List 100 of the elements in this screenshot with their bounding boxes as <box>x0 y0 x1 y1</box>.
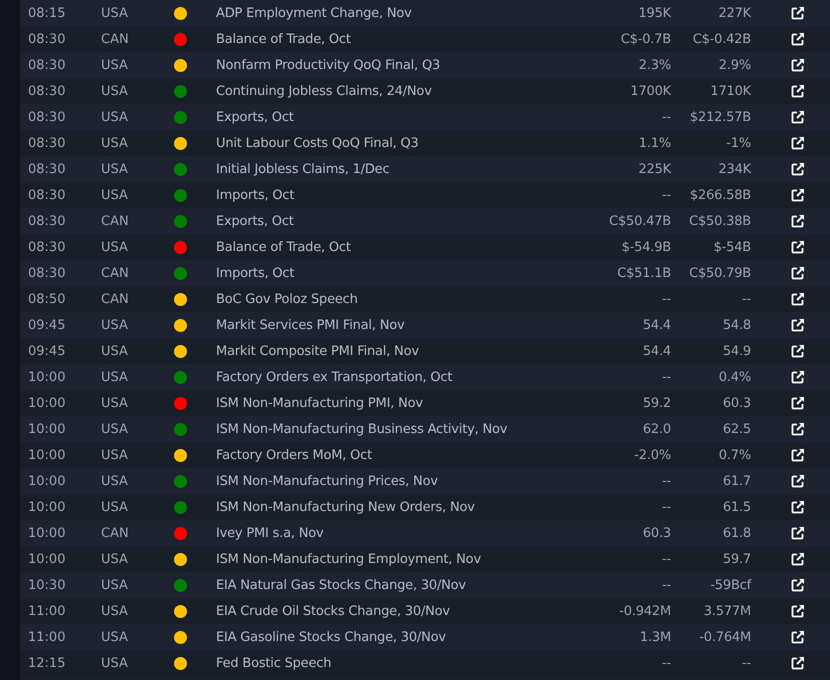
forecast-value: 1710K <box>709 84 751 98</box>
actual-value: $-54.9B <box>620 240 671 254</box>
actual-value: 54.4 <box>642 318 671 332</box>
event-time: 10:00 <box>27 552 66 566</box>
event-name: EIA Natural Gas Stocks Change, 30/Nov <box>216 578 467 592</box>
forecast-value: -1% <box>725 136 751 150</box>
country-code: CAN <box>101 526 130 540</box>
event-name: Markit Composite PMI Final, Nov <box>216 344 420 358</box>
event-time: 10:00 <box>27 474 66 488</box>
country-code: USA <box>101 500 129 514</box>
actual-value: C$50.47B <box>608 214 671 228</box>
country-code: USA <box>101 84 129 98</box>
external-link-icon[interactable] <box>790 32 804 46</box>
actual-value: 60.3 <box>642 526 671 540</box>
event-name: ISM Non-Manufacturing New Orders, Nov <box>216 500 476 514</box>
country-code: USA <box>101 6 129 20</box>
event-name: Nonfarm Productivity QoQ Final, Q3 <box>216 58 442 72</box>
actual-value: -- <box>661 110 671 124</box>
external-link-icon[interactable] <box>790 162 804 176</box>
actual-value: -- <box>661 474 671 488</box>
event-time: 08:30 <box>27 58 66 72</box>
event-name: Imports, Oct <box>216 188 296 202</box>
forecast-value: 54.8 <box>722 318 751 332</box>
forecast-value: 54.9 <box>722 344 751 358</box>
event-time: 08:50 <box>27 292 66 306</box>
forecast-value: 61.8 <box>722 526 751 540</box>
external-link-icon[interactable] <box>790 578 804 592</box>
event-time: 10:00 <box>27 526 66 540</box>
forecast-value: 62.5 <box>722 422 751 436</box>
actual-value: 62.0 <box>642 422 671 436</box>
external-link-icon[interactable] <box>790 448 804 462</box>
external-link-icon[interactable] <box>790 422 804 436</box>
event-name: EIA Gasoline Stocks Change, 30/Nov <box>216 630 447 644</box>
country-code: USA <box>101 656 129 670</box>
forecast-value: 60.3 <box>722 396 751 410</box>
forecast-value: C$50.38B <box>688 214 751 228</box>
country-code: CAN <box>101 292 130 306</box>
event-time: 10:00 <box>27 500 66 514</box>
external-link-icon[interactable] <box>790 292 804 306</box>
event-time: 10:30 <box>27 578 66 592</box>
actual-value: -- <box>661 552 671 566</box>
country-code: USA <box>101 630 129 644</box>
event-name: BoC Gov Poloz Speech <box>216 292 359 306</box>
actual-value: -- <box>661 500 671 514</box>
forecast-value: 227K <box>717 6 751 20</box>
external-link-icon[interactable] <box>790 58 804 72</box>
event-name: Unit Labour Costs QoQ Final, Q3 <box>216 136 420 150</box>
external-link-icon[interactable] <box>790 266 804 280</box>
forecast-value: -- <box>741 656 751 670</box>
external-link-icon[interactable] <box>790 344 804 358</box>
actual-value: 1700K <box>629 84 671 98</box>
forecast-value: C$-0.42B <box>692 32 751 46</box>
actual-value: 2.3% <box>638 58 671 72</box>
event-name: ISM Non-Manufacturing PMI, Nov <box>216 396 424 410</box>
external-link-icon[interactable] <box>790 474 804 488</box>
actual-value: -- <box>661 292 671 306</box>
external-link-icon[interactable] <box>790 526 804 540</box>
forecast-value: -59Bcf <box>709 578 751 592</box>
event-name: ADP Employment Change, Nov <box>216 6 413 20</box>
event-name: EIA Crude Oil Stocks Change, 30/Nov <box>216 604 451 618</box>
actual-value: 59.2 <box>642 396 671 410</box>
external-link-icon[interactable] <box>790 240 804 254</box>
country-code: USA <box>101 188 129 202</box>
event-time: 08:30 <box>27 188 66 202</box>
event-name: ISM Non-Manufacturing Prices, Nov <box>216 474 439 488</box>
event-time: 10:00 <box>27 370 66 384</box>
forecast-value: 2.9% <box>718 58 751 72</box>
event-time: 08:30 <box>27 266 66 280</box>
actual-value: C$-0.7B <box>620 32 671 46</box>
event-time: 11:00 <box>27 630 66 644</box>
actual-value: -- <box>661 656 671 670</box>
external-link-icon[interactable] <box>790 110 804 124</box>
external-link-icon[interactable] <box>790 214 804 228</box>
external-link-icon[interactable] <box>790 84 804 98</box>
forecast-value: C$50.79B <box>688 266 751 280</box>
country-code: USA <box>101 578 129 592</box>
country-code: CAN <box>101 214 130 228</box>
forecast-value: 234K <box>717 162 751 176</box>
external-link-icon[interactable] <box>790 136 804 150</box>
external-link-icon[interactable] <box>790 318 804 332</box>
external-link-icon[interactable] <box>790 370 804 384</box>
country-code: USA <box>101 396 129 410</box>
external-link-icon[interactable] <box>790 500 804 514</box>
country-code: USA <box>101 110 129 124</box>
country-code: USA <box>101 604 129 618</box>
event-time: 09:45 <box>27 344 66 358</box>
external-link-icon[interactable] <box>790 396 804 410</box>
country-code: USA <box>101 344 129 358</box>
external-link-icon[interactable] <box>790 630 804 644</box>
external-link-icon[interactable] <box>790 552 804 566</box>
event-name: Fed Bostic Speech <box>216 656 332 670</box>
country-code: USA <box>101 370 129 384</box>
external-link-icon[interactable] <box>790 604 804 618</box>
external-link-icon[interactable] <box>790 656 804 670</box>
actual-value: -0.942M <box>618 604 671 618</box>
external-link-icon[interactable] <box>790 188 804 202</box>
event-name: Ivey PMI s.a, Nov <box>216 526 324 540</box>
external-link-icon[interactable] <box>790 6 804 20</box>
event-time: 08:30 <box>27 240 66 254</box>
event-name: Continuing Jobless Claims, 24/Nov <box>216 84 433 98</box>
